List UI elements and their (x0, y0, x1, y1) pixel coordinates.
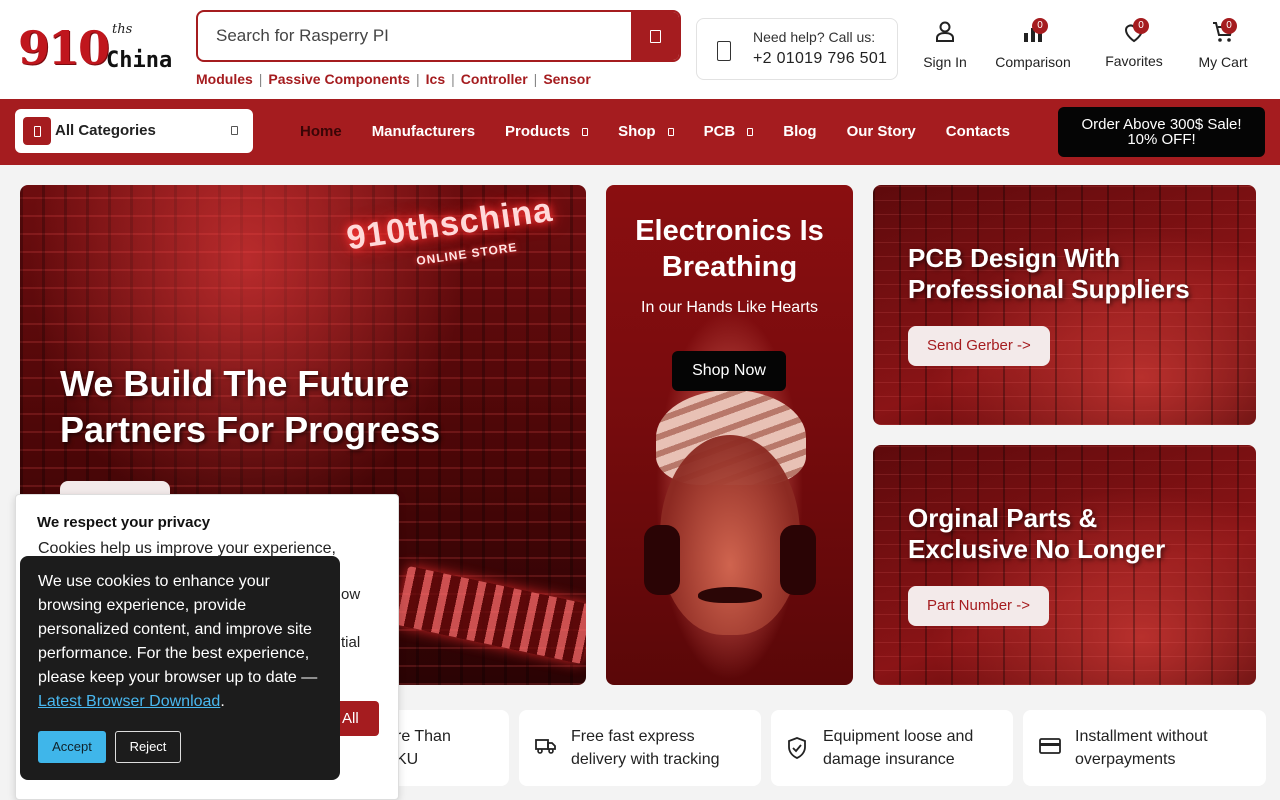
cart-count: 0 (1221, 18, 1237, 34)
user-icon (936, 21, 954, 42)
reject-button[interactable]: Reject (115, 731, 181, 763)
browser-download-link[interactable]: Latest Browser Download (38, 693, 220, 710)
hero-banner-pcb[interactable]: PCB Design With Professional Suppliers S… (873, 185, 1256, 425)
phone-icon (717, 41, 731, 61)
cookie-banner: We use cookies to enhance your browsing … (20, 556, 340, 780)
hero-middle-heading: Electronics Is Breathing (635, 215, 824, 283)
categories-label: All Categories (55, 122, 156, 139)
nav-products[interactable]: Products (505, 123, 589, 140)
chevron-down-icon (231, 126, 238, 135)
site-header: 910 ths China Modules|Passive Components… (0, 0, 1280, 99)
quick-links: Modules | Passive Components | Ics | Controlle… (196, 71, 591, 87)
chevron-down-icon (667, 127, 674, 136)
comparison-count: 0 (1032, 18, 1048, 34)
hero-middle-subtitle: In our Hands Like Hearts (641, 299, 818, 316)
help-phone[interactable]: +2 01019 796 501 (753, 50, 887, 68)
sign-in-button[interactable]: Sign In (920, 20, 970, 70)
comparison-label: Comparison (995, 54, 1071, 70)
sign-in-label: Sign In (923, 54, 967, 70)
help-label: Need help? Call us: (753, 29, 876, 45)
quick-link-sensor[interactable]: Sensor (543, 71, 590, 87)
promo-badge[interactable]: Order Above 300$ Sale! 10% OFF! (1058, 107, 1265, 157)
nav-manufacturers[interactable]: Manufacturers (372, 123, 475, 140)
headphone-left-image (644, 525, 680, 595)
categories-icon (23, 117, 51, 145)
chevron-down-icon (747, 127, 754, 136)
quick-link-passive-components[interactable]: Passive Components (268, 71, 410, 87)
promo-line1: Order Above 300$ Sale! (1081, 116, 1242, 133)
hero-banner-parts[interactable]: Orginal Parts & Exclusive No Longer Part… (873, 445, 1256, 685)
nav-blog[interactable]: Blog (783, 123, 816, 140)
nav-home[interactable]: Home (300, 123, 342, 140)
logo-number: 910 (18, 21, 110, 75)
favorites-count: 0 (1133, 18, 1149, 34)
credit-card-icon (1039, 738, 1061, 754)
cookie-message: We use cookies to enhance your browsing … (38, 573, 318, 710)
accept-button[interactable]: Accept (38, 731, 106, 763)
chevron-down-icon (582, 127, 589, 136)
comparison-button[interactable]: 0 Comparison (992, 18, 1074, 70)
feature-installment: Installment without overpayments (1023, 710, 1266, 786)
mustache-image (698, 587, 762, 603)
search-input[interactable] (198, 12, 632, 60)
all-categories-dropdown[interactable]: All Categories (15, 109, 253, 153)
nav-our-story[interactable]: Our Story (847, 123, 916, 140)
quick-link-ics[interactable]: Ics (426, 71, 445, 87)
feature-delivery: Free fast express delivery with tracking (519, 710, 761, 786)
main-nav: All Categories Home Manufacturers Produc… (0, 99, 1280, 165)
truck-icon (535, 739, 556, 754)
led-strip-image (395, 565, 586, 665)
portrait-image (660, 435, 800, 635)
search-bar (196, 10, 681, 62)
quick-link-controller[interactable]: Controller (461, 71, 528, 87)
search-button[interactable] (631, 12, 679, 60)
search-icon (649, 29, 661, 43)
hero-banner-middle[interactable]: Electronics Is Breathing In our Hands Li… (606, 185, 853, 685)
pcb-heading: PCB Design With Professional Suppliers (908, 243, 1190, 304)
shield-check-icon (788, 737, 806, 759)
privacy-text-fragment: ow (341, 586, 361, 603)
nav-pcb[interactable]: PCB (704, 123, 754, 140)
favorites-button[interactable]: 0 Favorites (1100, 18, 1168, 69)
privacy-title: We respect your privacy (37, 514, 211, 531)
privacy-text-fragment: tial (341, 634, 361, 651)
headphone-right-image (780, 525, 816, 595)
feature-insurance: Equipment loose and damage insurance (771, 710, 1013, 786)
favorites-label: Favorites (1105, 53, 1163, 69)
promo-line2: 10% OFF! (1127, 131, 1196, 148)
send-gerber-button[interactable]: Send Gerber -> (908, 326, 1050, 366)
cart-label: My Cart (1198, 54, 1248, 70)
cart-button[interactable]: 0 My Cart (1194, 18, 1252, 70)
help-box[interactable]: Need help? Call us: +2 01019 796 501 (696, 18, 898, 80)
logo-superscript: ths (112, 22, 133, 37)
part-number-button[interactable]: Part Number -> (908, 586, 1049, 626)
site-logo[interactable]: 910 ths China (18, 20, 178, 76)
logo-name: China (106, 48, 173, 73)
neon-sign-title: 910thschina (344, 190, 556, 258)
nav-shop[interactable]: Shop (618, 123, 674, 140)
nav-menu: Home Manufacturers Products Shop PCB Blo… (300, 123, 1040, 140)
accept-all-button[interactable]: All (338, 701, 379, 736)
nav-contacts[interactable]: Contacts (946, 123, 1010, 140)
hero-main-heading: We Build The Future Partners For Progres… (60, 363, 441, 450)
quick-link-modules[interactable]: Modules (196, 71, 253, 87)
parts-heading: Orginal Parts & Exclusive No Longer (908, 503, 1166, 564)
shop-now-button[interactable]: Shop Now (672, 351, 786, 391)
